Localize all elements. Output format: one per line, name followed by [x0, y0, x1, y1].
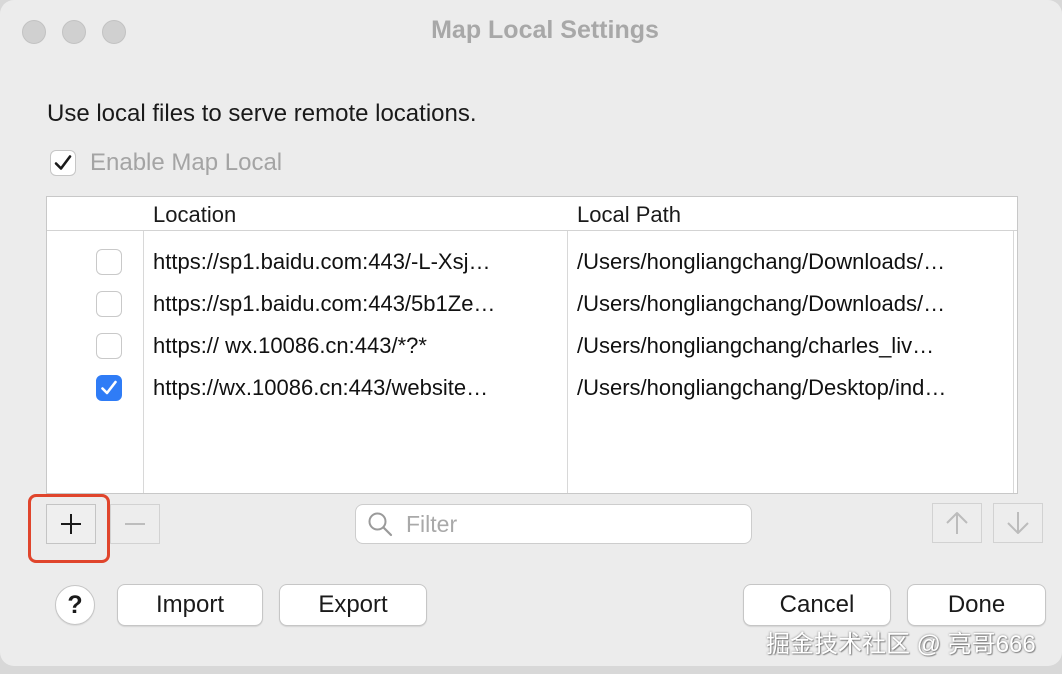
move-down-button[interactable]	[993, 503, 1043, 543]
column-header-location[interactable]: Location	[153, 202, 236, 228]
add-button-highlight	[28, 494, 110, 563]
export-button[interactable]: Export	[279, 584, 427, 626]
table-row[interactable]: https://sp1.baidu.com:443/5b1Ze… /Users/…	[47, 283, 1017, 325]
local-path-cell: /Users/hongliangchang/Downloads/…	[577, 291, 946, 316]
description-text: Use local files to serve remote location…	[47, 100, 477, 127]
table-row[interactable]: https://wx.10086.cn:443/website… /Users/…	[47, 367, 1017, 409]
location-cell: https:// wx.10086.cn:443/*?*	[153, 333, 427, 358]
row-enabled-checkbox[interactable]	[96, 333, 122, 359]
location-cell: https://wx.10086.cn:443/website…	[153, 375, 489, 400]
move-up-button[interactable]	[932, 503, 982, 543]
location-cell: https://sp1.baidu.com:443/-L-Xsj…	[153, 249, 491, 274]
help-button[interactable]: ?	[55, 585, 95, 625]
map-local-settings-window: Map Local Settings Use local files to se…	[0, 0, 1062, 666]
import-button[interactable]: Import	[117, 584, 263, 626]
arrow-up-icon	[946, 512, 968, 534]
enable-map-local-row: Enable Map Local	[50, 148, 282, 178]
title-bar: Map Local Settings	[0, 0, 1062, 64]
search-icon	[368, 512, 393, 537]
table-row[interactable]: https:// wx.10086.cn:443/*?* /Users/hong…	[47, 325, 1017, 367]
arrow-down-icon	[1007, 512, 1029, 534]
location-cell: https://sp1.baidu.com:443/5b1Ze…	[153, 291, 496, 316]
mappings-table: Location Local Path https://sp1.baidu.co…	[46, 196, 1018, 494]
column-header-local-path[interactable]: Local Path	[577, 202, 681, 228]
row-enabled-checkbox[interactable]	[96, 291, 122, 317]
done-button[interactable]: Done	[907, 584, 1046, 626]
watermark: 掘金技术社区 @ 亮哥666	[766, 631, 1036, 658]
local-path-cell: /Users/hongliangchang/Desktop/ind…	[577, 375, 947, 400]
local-path-cell: /Users/hongliangchang/charles_liv…	[577, 333, 935, 358]
enable-map-local-label: Enable Map Local	[90, 149, 283, 176]
cancel-button[interactable]: Cancel	[743, 584, 891, 626]
filter-input[interactable]	[404, 509, 728, 539]
enable-map-local-checkbox[interactable]	[50, 150, 76, 176]
filter-field[interactable]	[355, 504, 752, 544]
table-header: Location Local Path	[47, 197, 1017, 231]
row-enabled-checkbox[interactable]	[96, 375, 122, 401]
table-row[interactable]: https://sp1.baidu.com:443/-L-Xsj… /Users…	[47, 241, 1017, 283]
local-path-cell: /Users/hongliangchang/Downloads/…	[577, 249, 946, 274]
remove-mapping-button[interactable]	[110, 504, 160, 544]
checkmark-icon	[54, 155, 72, 170]
background-window-strip	[0, 666, 1062, 674]
checkmark-icon	[101, 380, 117, 395]
row-enabled-checkbox[interactable]	[96, 249, 122, 275]
minus-icon	[125, 523, 145, 525]
window-title: Map Local Settings	[431, 16, 659, 44]
